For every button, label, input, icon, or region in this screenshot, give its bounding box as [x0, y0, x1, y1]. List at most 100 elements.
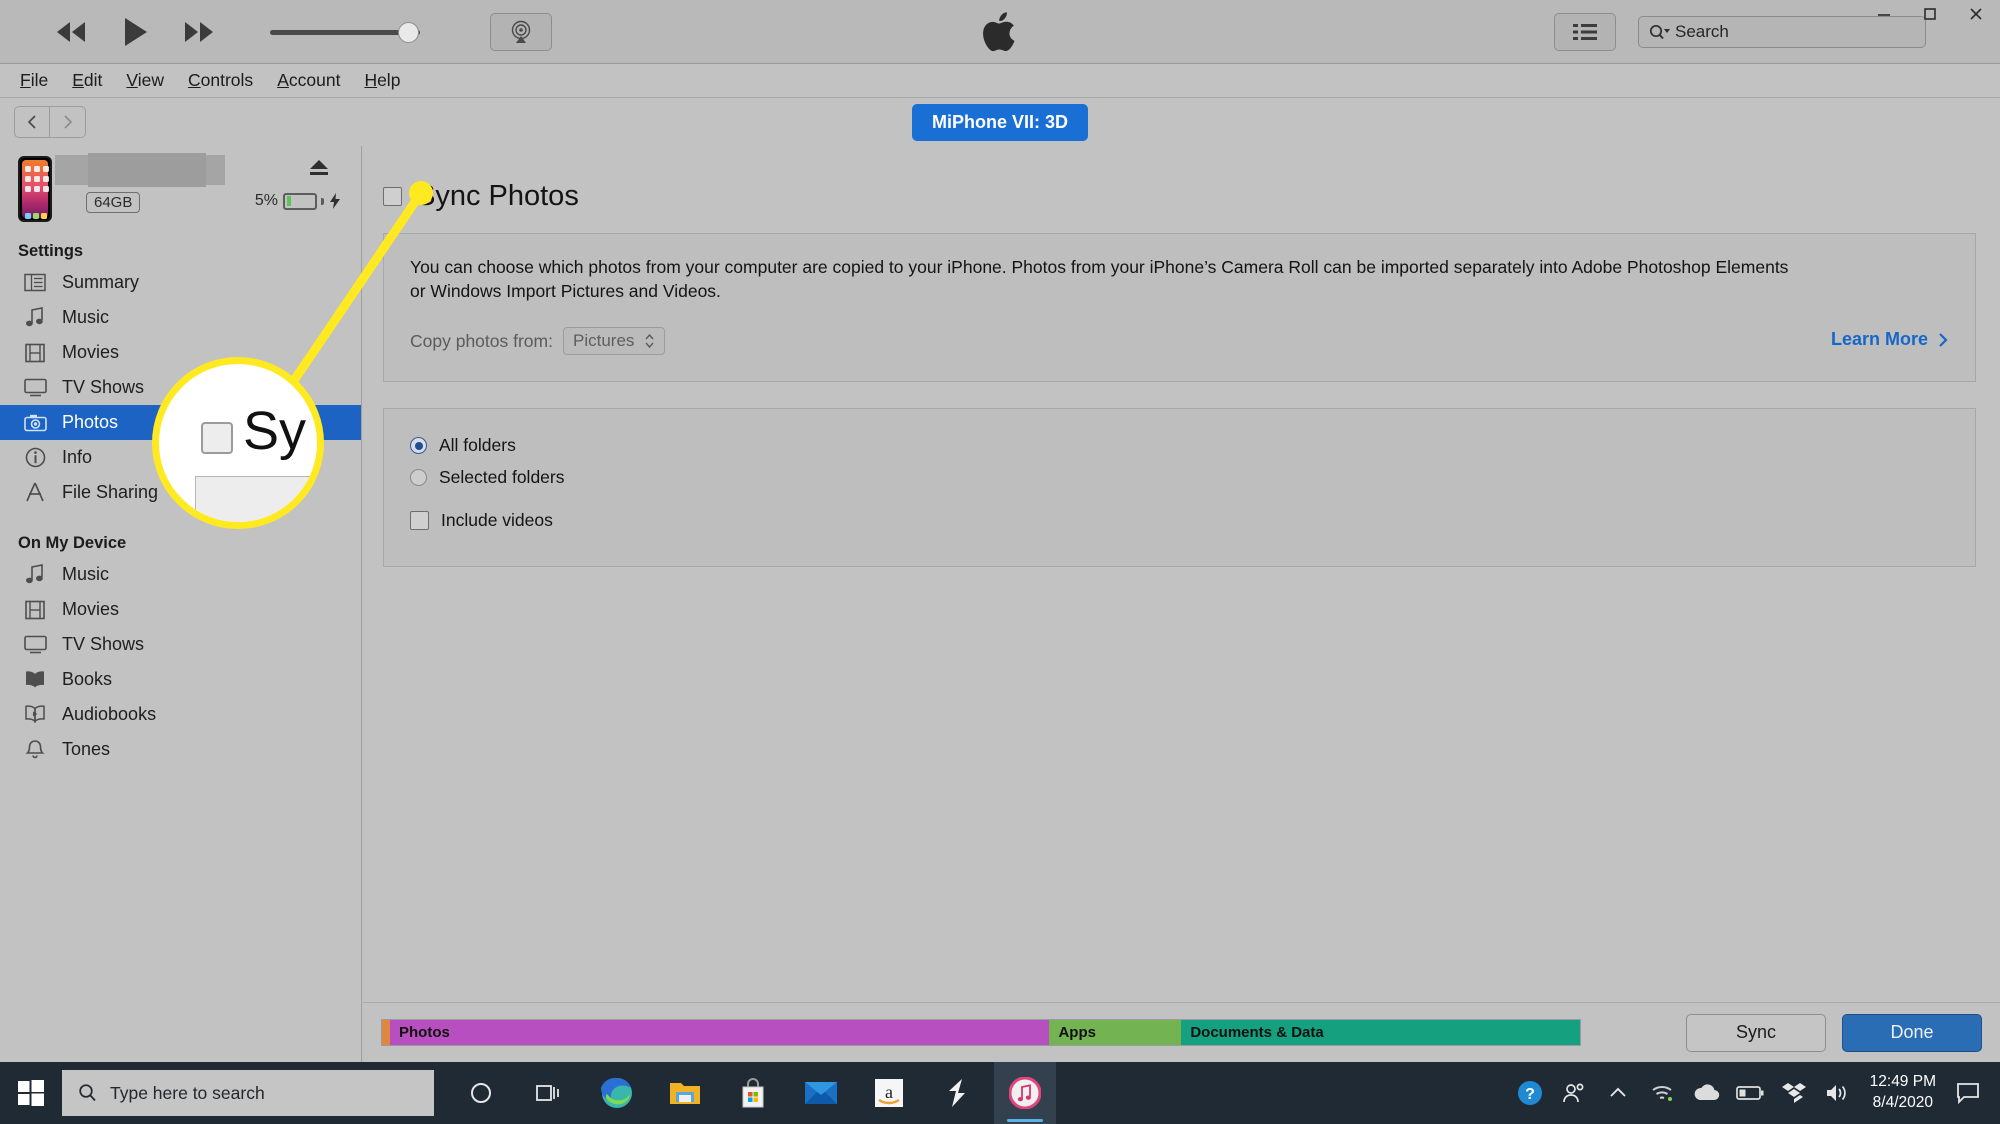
menu-view[interactable]: View [116, 67, 174, 94]
wifi-icon[interactable] [1640, 1062, 1684, 1124]
copy-photos-from-select[interactable]: Pictures [562, 327, 666, 356]
show-hidden-icons-icon[interactable] [1596, 1062, 1640, 1124]
main-content: Sync Photos You can choose which photos … [363, 146, 2000, 1062]
taskbar-search-input[interactable]: Type here to search [62, 1070, 434, 1116]
sidebar-item-summary[interactable]: Summary [0, 265, 361, 300]
books-icon [22, 668, 48, 692]
menu-help[interactable]: Help [354, 67, 410, 94]
close-button[interactable] [1966, 4, 1986, 24]
taskbar-clock[interactable]: 12:49 PM 8/4/2020 [1860, 1072, 1946, 1114]
airplay-button[interactable] [490, 12, 552, 51]
sync-photos-row[interactable]: Sync Photos [383, 180, 2000, 213]
taskbar-app-microsoft-store[interactable] [722, 1062, 784, 1124]
windows-taskbar: Type here to search a ? 12:49 PM 8/4/202… [0, 1062, 2000, 1124]
nav-buttons [14, 106, 86, 138]
rewind-button[interactable] [52, 15, 90, 49]
sidebar-item-music[interactable]: Music [0, 300, 361, 335]
sidebar-device-item-tv-shows[interactable]: TV Shows [0, 627, 361, 662]
bottom-bar: Photos Apps Documents & Data Sync Done [363, 1002, 2000, 1062]
svg-text:a: a [885, 1082, 893, 1102]
task-view-button[interactable] [518, 1062, 580, 1124]
itunes-icon [1009, 1077, 1041, 1109]
done-button[interactable]: Done [1842, 1013, 1982, 1052]
menu-controls[interactable]: Controls [178, 67, 263, 94]
minimize-button[interactable] [1874, 4, 1894, 24]
copy-photos-from-value: Pictures [572, 331, 635, 351]
chevron-updown-icon [645, 334, 654, 349]
device-header: 64GB 5% [0, 146, 361, 232]
apple-logo-icon [979, 8, 1021, 61]
sidebar-device-item-books[interactable]: Books [0, 662, 361, 697]
learn-more-link[interactable]: Learn More [1831, 329, 1949, 350]
taskbar-app-edge[interactable] [586, 1062, 648, 1124]
camera-icon [22, 411, 48, 435]
menu-help-rest: elp [377, 70, 401, 90]
battery-icon[interactable] [1728, 1062, 1772, 1124]
sidebar-device-item-movies[interactable]: Movies [0, 592, 361, 627]
selected-folders-radio[interactable] [410, 469, 427, 487]
taskbar-app-mail[interactable] [790, 1062, 852, 1124]
device-tab[interactable]: MiPhone VII: 3D [911, 103, 1089, 141]
help-icon[interactable]: ? [1508, 1062, 1552, 1124]
forward-button[interactable] [50, 106, 86, 138]
sidebar-device-item-audiobooks[interactable]: Audiobooks [0, 697, 361, 732]
capacity-segment-documents-data: Documents & Data [1181, 1020, 1581, 1045]
sidebar-device-item-tones[interactable]: Tones [0, 732, 361, 767]
menu-account[interactable]: Account [267, 67, 350, 94]
option-selected-folders[interactable]: Selected folders [410, 467, 1949, 488]
capacity-segment-apps: Apps [1049, 1020, 1182, 1045]
menu-account-rest: ccount [288, 70, 341, 90]
all-folders-radio[interactable] [410, 437, 427, 455]
sidebar-item-label: Summary [62, 272, 140, 292]
menu-edit-mnemonic: E [72, 70, 84, 90]
capacity-segment-label: Photos [399, 1024, 450, 1041]
taskbar-app-amazon[interactable]: a [858, 1062, 920, 1124]
sidebar-item-movies[interactable]: Movies [0, 335, 361, 370]
taskbar-app-file-explorer[interactable] [654, 1062, 716, 1124]
start-button[interactable] [0, 1062, 62, 1124]
taskbar-apps: a [450, 1062, 1056, 1124]
taskbar-app-itunes[interactable] [994, 1062, 1056, 1124]
list-icon [1573, 24, 1597, 40]
sidebar-item-label: Info [62, 447, 93, 467]
volume-icon[interactable] [1816, 1062, 1860, 1124]
edge-icon [601, 1077, 632, 1108]
sidebar-item-label: Movies [62, 599, 120, 619]
option-include-videos[interactable]: Include videos [410, 510, 1949, 531]
taskbar-app-lightning-s[interactable] [926, 1062, 988, 1124]
volume-knob[interactable] [398, 21, 419, 43]
option-all-folders[interactable]: All folders [410, 435, 1949, 456]
menu-file[interactable]: File [10, 67, 58, 94]
menu-edit[interactable]: Edit [62, 67, 112, 94]
sidebar-device-item-music[interactable]: Music [0, 557, 361, 592]
fast-forward-button[interactable] [180, 15, 218, 49]
back-button[interactable] [14, 106, 50, 138]
menu-account-mnemonic: A [277, 70, 289, 90]
dropbox-icon[interactable] [1772, 1062, 1816, 1124]
cortana-button[interactable] [450, 1062, 512, 1124]
eject-button[interactable] [307, 158, 331, 183]
magnifier-callout: Sy [152, 357, 324, 529]
copy-photos-from-label: Copy photos from: [410, 330, 553, 351]
onedrive-icon[interactable] [1684, 1062, 1728, 1124]
photos-description-text: You can choose which photos from your co… [410, 257, 1789, 301]
battery-cap [321, 197, 324, 205]
people-icon[interactable] [1552, 1062, 1596, 1124]
system-tray: ? 12:49 PM 8/4/2020 [1508, 1062, 1990, 1124]
audiobook-icon [22, 703, 48, 727]
notifications-icon[interactable] [1946, 1062, 1990, 1124]
battery-percent: 5% [254, 192, 278, 209]
title-bar: Search [0, 0, 2000, 64]
magnified-field [195, 476, 317, 522]
sync-button[interactable]: Sync [1686, 1013, 1826, 1052]
capacity-bar: Photos Apps Documents & Data [381, 1019, 1581, 1046]
maximize-button[interactable] [1920, 4, 1940, 24]
include-videos-checkbox[interactable] [410, 511, 429, 531]
sync-photos-checkbox[interactable] [383, 187, 402, 206]
menu-view-rest: iew [137, 70, 165, 90]
play-button[interactable] [116, 15, 154, 49]
device-capacity-badge: 64GB [86, 192, 141, 213]
amazon-icon: a [875, 1079, 903, 1107]
list-view-button[interactable] [1554, 13, 1616, 51]
volume-slider[interactable] [270, 17, 420, 47]
